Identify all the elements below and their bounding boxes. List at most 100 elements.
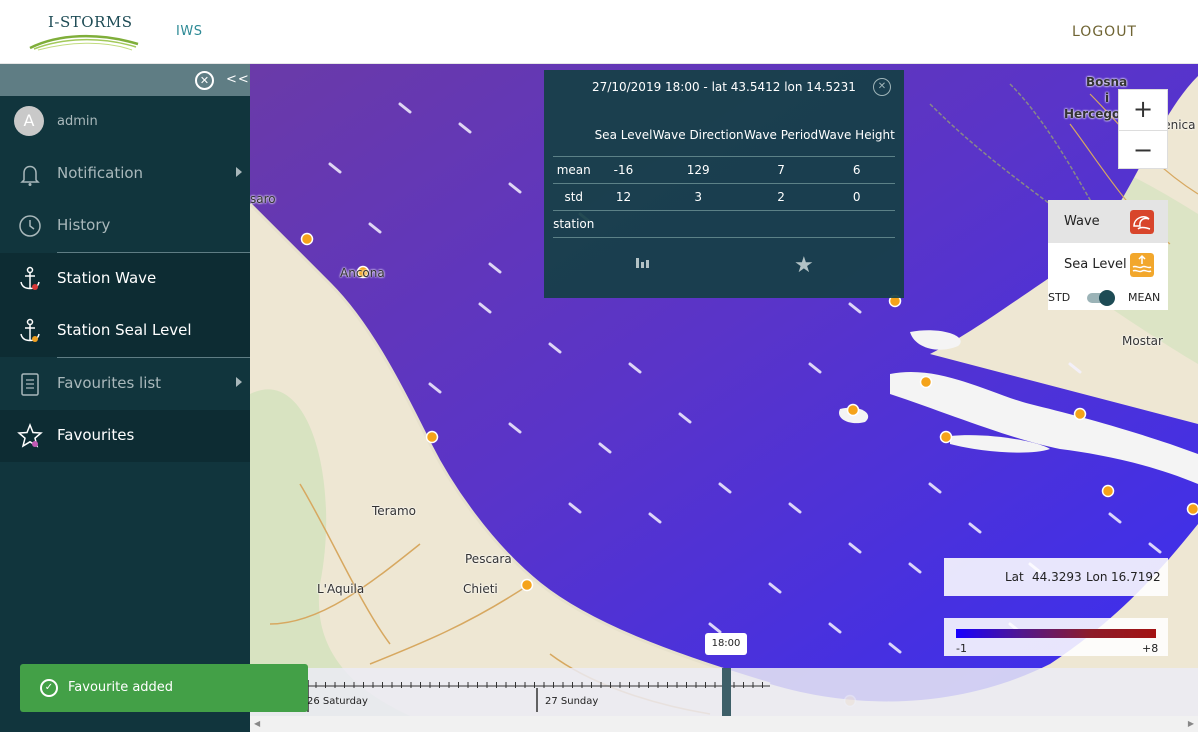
place-label: i — [1105, 91, 1110, 105]
place-label: saro — [250, 192, 276, 206]
table-cell: 6 — [818, 155, 895, 183]
place-label: Bosna — [1086, 75, 1128, 89]
sidebar-header: ✕ << — [0, 64, 250, 96]
timeline-cursor[interactable] — [722, 668, 731, 716]
popup-stats-table: Sea Level Wave Direction Wave Period Wav… — [553, 114, 895, 238]
row-label: mean — [553, 155, 595, 183]
layer-label: Wave — [1064, 214, 1100, 229]
place-label: Ancona — [340, 266, 385, 280]
table-header-row: Sea Level Wave Direction Wave Period Wav… — [553, 114, 895, 156]
check-icon: ✓ — [40, 679, 58, 697]
toggle-knob — [1099, 290, 1115, 306]
table-cell: 0 — [818, 182, 895, 210]
timeline-day-label: 26 Saturday — [307, 696, 368, 707]
table-header: Wave Direction — [652, 127, 744, 142]
place-label: Pescara — [465, 552, 512, 566]
sidebar-item-label: Favourites list — [57, 374, 162, 392]
horizontal-scrollbar[interactable]: ◀ ▶ — [250, 716, 1198, 732]
lon-label: Lon — [1086, 570, 1108, 584]
table-cell — [652, 209, 744, 238]
toggle-mean-label: MEAN — [1128, 291, 1161, 304]
clock-icon — [19, 215, 41, 237]
scroll-right-icon[interactable]: ▶ — [1188, 719, 1194, 728]
list-icon — [21, 373, 39, 396]
std-mean-toggle-row: STD MEAN — [1048, 286, 1168, 310]
sidebar-item-favourites-list[interactable]: Favourites list — [0, 358, 250, 410]
station-info-popup: 27/10/2019 18:00 - lat 43.5412 lon 14.52… — [544, 70, 904, 298]
favourite-star-icon[interactable]: ★ — [794, 253, 814, 278]
lon-value: 16.7192 — [1111, 570, 1161, 584]
sidebar-item-station-wave[interactable]: Station Wave — [0, 253, 250, 305]
star-icon — [17, 422, 43, 448]
zoom-control: + − — [1118, 89, 1168, 169]
table-cell — [743, 209, 819, 238]
row-label: station — [553, 209, 595, 238]
place-label: Chieti — [463, 582, 498, 596]
close-icon[interactable]: ✕ — [873, 78, 891, 96]
top-bar: I-STORMS IWS LOGOUT — [0, 0, 1198, 64]
sidebar-item-label: History — [57, 216, 111, 234]
collapse-sidebar-button[interactable]: << — [226, 72, 250, 87]
timeline[interactable]: 26 Saturday 27 Sunday — [250, 668, 1198, 716]
legend-gradient-bar — [956, 629, 1156, 638]
toggle-std-label: STD — [1048, 291, 1071, 304]
sidebar-item-station-sea-level[interactable]: Station Seal Level — [0, 305, 250, 357]
table-header: Wave Period — [743, 127, 819, 142]
current-time-badge: 18:00 — [705, 633, 747, 655]
sidebar-item-notification[interactable]: Notification — [0, 148, 250, 200]
row-label: std — [553, 182, 595, 210]
avatar: A — [14, 106, 44, 136]
close-icon[interactable]: ✕ — [195, 71, 214, 90]
sidebar-item-label: Favourites — [57, 426, 135, 444]
sidebar-item-label: Station Seal Level — [57, 321, 192, 339]
std-mean-toggle[interactable] — [1087, 290, 1115, 306]
sidebar-item-history[interactable]: History — [0, 200, 250, 252]
color-legend: -1 +8 — [944, 618, 1168, 656]
sidebar-item-label: Station Wave — [57, 269, 157, 287]
table-header: Sea Level — [594, 127, 653, 142]
table-header — [553, 114, 594, 156]
nav-iws-link[interactable]: IWS — [176, 24, 202, 39]
table-cell — [818, 209, 895, 238]
table-cell: 2 — [743, 182, 819, 210]
place-label: Teramo — [372, 504, 416, 518]
layer-sea-level[interactable]: Sea Level — [1048, 243, 1168, 286]
table-cell: 3 — [652, 182, 744, 210]
layer-switcher: Wave Sea Level STD MEAN — [1048, 200, 1168, 310]
anchor-icon — [20, 266, 40, 290]
sidebar-item-label: Notification — [57, 164, 144, 182]
user-info: A admin — [0, 96, 250, 148]
logo-text: I-STORMS — [48, 13, 133, 31]
i-storms-logo[interactable]: I-STORMS — [28, 12, 140, 54]
toast-notification: ✓ Favourite added — [20, 664, 308, 712]
table-header: Wave Height — [818, 127, 895, 142]
sidebar: ✕ << A admin Notification History Statio… — [0, 64, 262, 732]
sea-level-icon — [1130, 253, 1154, 277]
timeline-day-label: 27 Sunday — [545, 696, 599, 707]
table-cell — [594, 209, 653, 238]
bell-icon — [20, 165, 40, 186]
chevron-right-icon — [236, 377, 242, 387]
table-row: mean -16 129 7 6 — [553, 155, 895, 183]
scroll-left-icon[interactable]: ◀ — [254, 719, 260, 728]
layer-wave[interactable]: Wave — [1048, 200, 1168, 243]
lat-label: Lat — [1005, 570, 1024, 584]
table-row: station — [553, 209, 895, 238]
wave-icon — [1130, 210, 1154, 234]
place-label: Mostar — [1122, 334, 1163, 348]
bar-chart-icon[interactable] — [635, 256, 649, 270]
zoom-in-button[interactable]: + — [1119, 90, 1167, 130]
table-cell: 129 — [652, 155, 744, 183]
table-cell: 7 — [743, 155, 819, 183]
table-cell: -16 — [594, 155, 653, 183]
toast-message: Favourite added — [68, 680, 174, 695]
table-cell: 12 — [594, 182, 653, 210]
logout-button[interactable]: LOGOUT — [1072, 24, 1137, 40]
popup-title: 27/10/2019 18:00 - lat 43.5412 lon 14.52… — [592, 80, 856, 94]
legend-max: +8 — [1142, 642, 1159, 655]
zoom-out-button[interactable]: − — [1119, 130, 1167, 170]
place-label: L'Aquila — [317, 582, 365, 596]
table-row: std 12 3 2 0 — [553, 182, 895, 210]
sidebar-item-favourites[interactable]: Favourites — [0, 410, 250, 462]
lat-value: 44.3293 — [1032, 570, 1082, 584]
